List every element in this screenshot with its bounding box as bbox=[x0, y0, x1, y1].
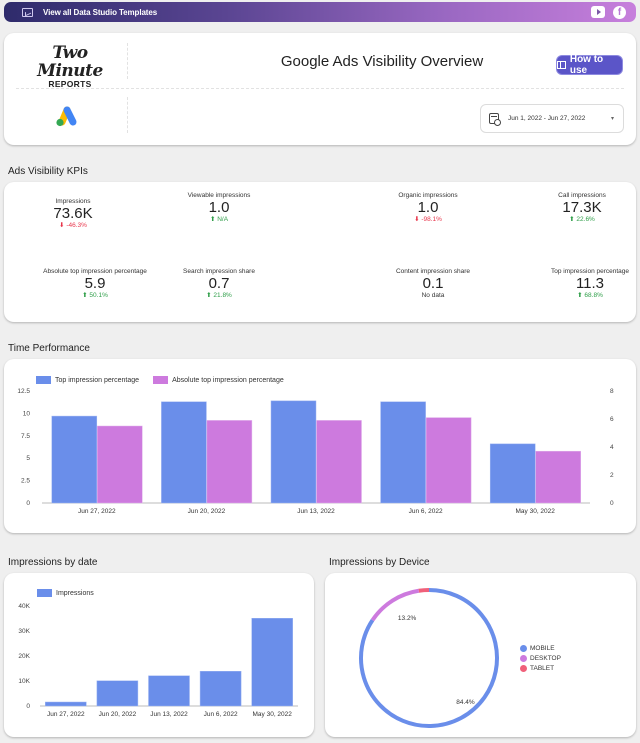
divider bbox=[127, 97, 128, 133]
slice-label: 13.2% bbox=[398, 615, 417, 622]
kpi-impressions: Impressions 73.6K ⬇ -46.3% bbox=[53, 198, 93, 229]
google-ads-logo-icon bbox=[56, 106, 77, 127]
bar-top-impression-percentage bbox=[380, 401, 426, 504]
bar-top-impression-percentage bbox=[270, 400, 317, 504]
bar-impressions bbox=[251, 618, 293, 707]
y-tick-label: 30K bbox=[18, 628, 30, 635]
impressions-by-date-card: Impressions 0 10K 20K 30K 40K Jun 27, 2022 Jun… bbox=[4, 573, 314, 737]
date-range-value: Jun 1, 2022 - Jun 27, 2022 bbox=[508, 115, 586, 122]
y-left-tick-label: 10 bbox=[23, 410, 31, 417]
calendar-icon bbox=[489, 113, 501, 126]
legend-item-mobile[interactable]: MOBILE bbox=[520, 643, 561, 653]
bar-absolute-top-impression-percentage bbox=[206, 420, 253, 504]
chart-legend: MOBILE DESKTOP TABLET bbox=[520, 643, 561, 673]
y-tick-label: 0 bbox=[26, 703, 30, 710]
youtube-icon[interactable] bbox=[591, 6, 605, 18]
bar-absolute-top-impression-percentage bbox=[97, 425, 143, 504]
y-right-tick-label: 4 bbox=[610, 444, 614, 451]
bar-absolute-top-impression-percentage bbox=[316, 420, 362, 504]
kpi-change: ⬆ 21.8% bbox=[206, 292, 232, 299]
time-performance-chart: 0 2.5 5 7.5 10 12.5 0 2 4 6 8 Jun 27, 2022 Jun 20, 2… bbox=[17, 388, 614, 515]
slice-tablet bbox=[418, 588, 430, 593]
bar-impressions bbox=[148, 675, 190, 707]
bar-top-impression-percentage bbox=[489, 443, 536, 504]
y-right-tick-label: 2 bbox=[610, 472, 614, 479]
bar-absolute-top-impression-percentage bbox=[535, 450, 581, 504]
x-tick-label: Jun 27, 2022 bbox=[47, 711, 85, 718]
bar-impressions bbox=[96, 680, 139, 707]
section-title-impressions-by-device: Impressions by Device bbox=[329, 557, 430, 568]
kpi-change: No data bbox=[421, 292, 445, 299]
kpi-content-impression-share: Content impression share 0.1 No data bbox=[395, 268, 471, 299]
section-title-time-performance: Time Performance bbox=[8, 343, 90, 354]
kpi-change: ⬇ -46.3% bbox=[59, 222, 87, 229]
y-left-tick-label: 5 bbox=[26, 455, 30, 462]
y-tick-label: 40K bbox=[18, 603, 30, 610]
kpi-change: ⬆ N/A bbox=[209, 216, 229, 223]
kpi-change: ⬆ 68.8% bbox=[577, 292, 603, 299]
legend-dot bbox=[520, 654, 527, 662]
legend-dot bbox=[520, 664, 527, 672]
kpi-card: Impressions 73.6K ⬇ -46.3% Viewable impr… bbox=[4, 182, 636, 322]
y-left-tick-label: 12.5 bbox=[17, 388, 30, 395]
kpi-change: ⬆ 22.6% bbox=[569, 216, 595, 223]
y-right-tick-label: 0 bbox=[610, 500, 614, 507]
y-tick-label: 20K bbox=[18, 653, 30, 660]
impressions-by-device-card: 84.4% 13.2% MOBILE DESKTOP TABLET bbox=[325, 573, 636, 737]
y-tick-label: 10K bbox=[18, 678, 30, 685]
bar-top-impression-percentage bbox=[51, 415, 98, 504]
view-all-templates-link[interactable]: View all Data Studio Templates bbox=[43, 8, 157, 17]
impressions-by-device-chart: 84.4% 13.2% bbox=[359, 588, 499, 728]
slice-label: 84.4% bbox=[456, 699, 475, 706]
dropdown-caret-icon: ▾ bbox=[610, 116, 614, 122]
y-right-tick-label: 6 bbox=[610, 416, 614, 423]
section-title-impressions-by-date: Impressions by date bbox=[8, 557, 98, 568]
kpi-call-impressions: Call impressions 17.3K ⬆ 22.6% bbox=[558, 192, 606, 223]
x-tick-label: Jun 27, 2022 bbox=[78, 508, 116, 515]
x-tick-label: Jun 13, 2022 bbox=[150, 711, 188, 718]
y-right-tick-label: 8 bbox=[610, 388, 614, 395]
bar-absolute-top-impression-percentage bbox=[425, 417, 472, 504]
x-tick-label: May 30, 2022 bbox=[253, 711, 293, 718]
y-left-tick-label: 2.5 bbox=[21, 478, 30, 485]
x-tick-label: Jun 20, 2022 bbox=[188, 508, 226, 515]
facebook-icon[interactable]: f bbox=[613, 5, 626, 19]
legend-dot bbox=[520, 644, 527, 652]
x-tick-label: Jun 13, 2022 bbox=[297, 508, 335, 515]
kpi-top-impression-percentage: Top impression percentage 11.3 ⬆ 68.8% bbox=[550, 268, 630, 299]
book-icon bbox=[557, 61, 566, 69]
time-performance-card: Top impression percentage Absolute top i… bbox=[4, 359, 636, 533]
section-title-kpis: Ads Visibility KPIs bbox=[8, 166, 88, 177]
x-tick-label: Jun 20, 2022 bbox=[99, 711, 137, 718]
header-card: Two Minute REPORTS Google Ads Visibility… bbox=[4, 33, 636, 145]
kpi-viewable-impressions: Viewable impressions 1.0 ⬆ N/A bbox=[187, 192, 251, 223]
legend-item-desktop[interactable]: DESKTOP bbox=[520, 653, 561, 663]
y-left-tick-label: 7.5 bbox=[21, 433, 30, 440]
how-to-use-button[interactable]: How to use bbox=[556, 54, 623, 76]
legend-item-tablet[interactable]: TABLET bbox=[520, 663, 561, 673]
x-tick-label: Jun 6, 2022 bbox=[409, 508, 443, 515]
bar-impressions bbox=[45, 701, 87, 707]
kpi-change: ⬇ -98.1% bbox=[414, 216, 442, 223]
top-banner: View all Data Studio Templates f bbox=[4, 2, 636, 22]
impressions-by-date-chart: 0 10K 20K 30K 40K Jun 27, 2022 Jun 20, 2022 Jun… bbox=[18, 603, 298, 718]
two-minute-reports-logo: Two Minute REPORTS bbox=[37, 43, 103, 89]
y-left-tick-label: 0 bbox=[26, 500, 30, 507]
kpi-organic-impressions: Organic impressions 1.0 ⬇ -98.1% bbox=[398, 192, 458, 223]
kpi-search-impression-share: Search impression share 0.7 ⬆ 21.8% bbox=[183, 268, 255, 299]
x-tick-label: May 30, 2022 bbox=[516, 508, 556, 515]
date-range-picker[interactable]: Jun 1, 2022 - Jun 27, 2022 ▾ bbox=[480, 104, 624, 133]
bar-impressions bbox=[199, 671, 242, 707]
kpi-change: ⬆ 50.1% bbox=[82, 292, 108, 299]
x-tick-label: Jun 6, 2022 bbox=[204, 711, 238, 718]
kpi-absolute-top-impression-percentage: Absolute top impression percentage 5.9 ⬆… bbox=[43, 268, 147, 299]
line-chart-icon bbox=[22, 7, 33, 17]
bar-top-impression-percentage bbox=[161, 401, 207, 504]
